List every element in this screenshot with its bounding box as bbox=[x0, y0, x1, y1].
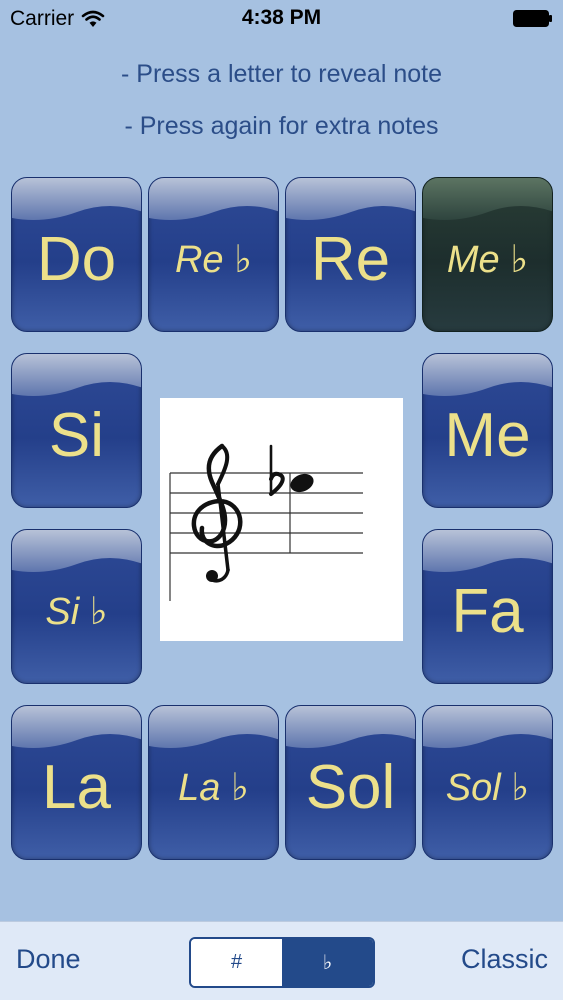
classic-button[interactable]: Classic bbox=[461, 944, 548, 975]
key-me[interactable]: Me bbox=[422, 353, 553, 508]
sharp-segment[interactable]: # bbox=[191, 939, 282, 986]
treble-clef-icon bbox=[191, 443, 243, 583]
key-label: La ♭ bbox=[178, 767, 249, 809]
flat-segment[interactable]: ♭ bbox=[282, 939, 373, 986]
key-si[interactable]: Si bbox=[11, 353, 142, 508]
key-label: Me bbox=[444, 401, 531, 470]
key-la-flat[interactable]: La ♭ bbox=[148, 705, 279, 860]
key-fa[interactable]: Fa bbox=[422, 529, 553, 684]
staff-notation bbox=[169, 443, 363, 601]
instruction-extra: - Press again for extra notes bbox=[124, 112, 439, 140]
flat-symbol-icon bbox=[269, 444, 285, 496]
key-label: Sol ♭ bbox=[445, 767, 530, 809]
key-sol-flat[interactable]: Sol ♭ bbox=[422, 705, 553, 860]
accidental-segmented-control: # ♭ bbox=[189, 937, 375, 988]
key-me-flat[interactable]: Me ♭ bbox=[422, 177, 553, 332]
bottom-toolbar: Done # ♭ Classic bbox=[0, 921, 563, 1000]
key-label: Fa bbox=[451, 577, 524, 646]
key-label: Re bbox=[310, 225, 391, 294]
key-label: Si ♭ bbox=[45, 591, 108, 633]
key-label: La bbox=[42, 753, 111, 822]
key-label: Sol bbox=[305, 753, 396, 822]
status-bar: Carrier 4:38 PM bbox=[0, 0, 563, 40]
done-button[interactable]: Done bbox=[16, 944, 81, 975]
instruction-reveal: - Press a letter to reveal note bbox=[121, 60, 442, 88]
note-staff-display bbox=[160, 398, 403, 641]
key-sol[interactable]: Sol bbox=[285, 705, 416, 860]
key-si-flat[interactable]: Si ♭ bbox=[11, 529, 142, 684]
key-re-flat[interactable]: Re ♭ bbox=[148, 177, 279, 332]
note-head-icon bbox=[290, 473, 314, 493]
battery-icon bbox=[513, 10, 552, 27]
key-label: Me ♭ bbox=[446, 239, 529, 281]
status-time: 4:38 PM bbox=[241, 6, 322, 29]
key-la[interactable]: La bbox=[11, 705, 142, 860]
key-label: Do bbox=[36, 225, 117, 294]
key-do[interactable]: Do bbox=[11, 177, 142, 332]
key-label: Si bbox=[48, 401, 105, 470]
key-re[interactable]: Re bbox=[285, 177, 416, 332]
key-label: Re ♭ bbox=[174, 239, 253, 281]
